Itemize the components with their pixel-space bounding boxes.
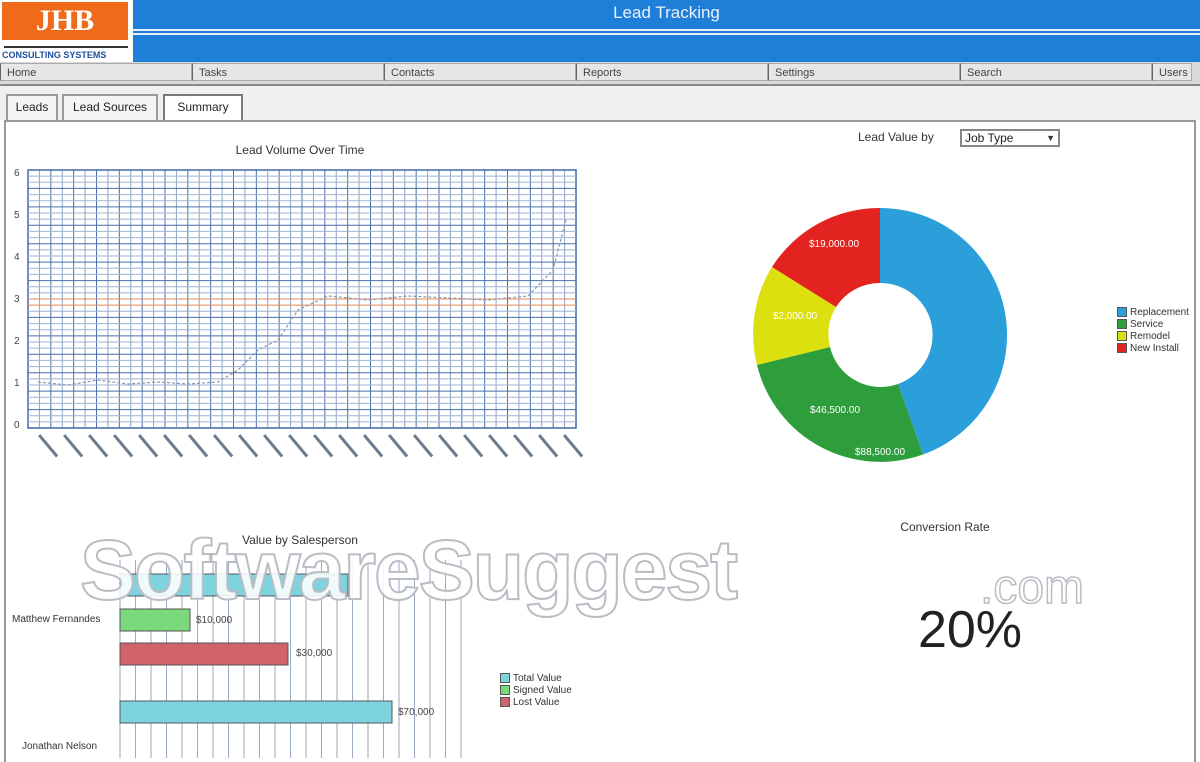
legend-item[interactable]: Remodel <box>1117 330 1189 342</box>
donut-slice-label: $88,500.00 <box>855 447 905 458</box>
tab-summary[interactable]: Summary <box>163 94 243 120</box>
bar <box>119 700 393 724</box>
bar-legend: Total Value Signed Value Lost Value <box>500 672 572 708</box>
x-tick-mark <box>88 434 109 458</box>
x-tick-mark <box>413 434 434 458</box>
nav-item[interactable]: Reports <box>576 63 768 81</box>
job-type-select[interactable]: Job Type ▼ <box>960 129 1060 147</box>
nav-item[interactable]: Tasks <box>192 63 384 81</box>
bar-value-label: $30,000 <box>296 648 333 659</box>
bar <box>119 642 289 666</box>
tab-lead-sources[interactable]: Lead Sources <box>62 94 158 120</box>
watermark: SoftwareSuggest <box>79 522 739 618</box>
nav-item[interactable]: Home <box>0 63 192 81</box>
nav-item[interactable]: Settings <box>768 63 960 81</box>
donut-slice-label: $19,000.00 <box>809 239 859 250</box>
x-tick-mark <box>563 434 584 458</box>
x-tick-mark <box>188 434 209 458</box>
bar-value-label: $70,000 <box>398 707 435 718</box>
nav-item[interactable]: Users <box>1152 63 1192 81</box>
title-bar: Lead Tracking <box>133 0 1200 62</box>
x-tick-mark <box>238 434 259 458</box>
legend-item[interactable]: Replacement <box>1117 306 1189 318</box>
app-title: Lead Tracking <box>613 3 720 22</box>
y-tick-label: 0 <box>14 420 20 431</box>
legend-item[interactable]: Lost Value <box>500 696 572 708</box>
y-tick-label: 4 <box>14 252 20 263</box>
main-nav: Home Tasks Contacts Reports Settings Sea… <box>0 62 1200 86</box>
y-tick-label: 5 <box>14 210 20 221</box>
legend-item[interactable]: Signed Value <box>500 684 572 696</box>
x-tick-mark <box>163 434 184 458</box>
y-tick-label: 1 <box>14 378 20 389</box>
logo: JHB CONSULTING SYSTEMS <box>0 0 132 62</box>
x-tick-mark <box>388 434 409 458</box>
nav-item[interactable]: Search <box>960 63 1152 81</box>
lead-volume-title: Lead Volume Over Time <box>235 143 365 157</box>
lead-value-label: Lead Value by <box>858 130 934 144</box>
legend-item[interactable]: Total Value <box>500 672 572 684</box>
logo-divider <box>4 46 128 48</box>
x-tick-mark <box>113 434 134 458</box>
x-tick-mark <box>63 434 84 458</box>
conversion-value: 20% <box>917 601 1023 659</box>
job-type-select-value: Job Type <box>965 131 1014 145</box>
logo-text: JHB <box>2 2 128 40</box>
legend-item[interactable]: New Install <box>1117 342 1189 354</box>
conversion-title: Conversion Rate <box>900 520 990 534</box>
x-tick-mark <box>213 434 234 458</box>
donut-slice-label: $46,500.00 <box>810 405 860 416</box>
legend-item[interactable]: Service <box>1117 318 1189 330</box>
tab-bar: Leads Lead Sources Summary <box>0 86 1200 120</box>
lead-volume-chart: 6 5 4 3 2 1 0 <box>14 168 584 458</box>
x-tick-mark <box>513 434 534 458</box>
logo-subtitle: CONSULTING SYSTEMS <box>2 50 107 60</box>
donut-legend: Replacement Service Remodel New Install <box>1117 306 1189 354</box>
x-tick-mark <box>288 434 309 458</box>
y-tick-label: 6 <box>14 168 20 179</box>
x-tick-mark <box>262 434 284 458</box>
x-tick-mark <box>438 434 459 458</box>
x-tick-mark <box>538 434 559 458</box>
y-tick-label: 3 <box>14 294 20 305</box>
x-tick-mark <box>363 434 384 458</box>
lead-value-donut: $88,500.00 $46,500.00 $2,000.00 $19,000.… <box>753 207 1008 462</box>
chevron-down-icon: ▼ <box>1046 133 1055 143</box>
donut-slice-label: $2,000.00 <box>773 311 818 322</box>
tab-leads[interactable]: Leads <box>6 94 58 120</box>
x-tick-mark <box>138 434 159 458</box>
y-tick-label: 2 <box>14 336 20 347</box>
x-tick-mark <box>488 434 509 458</box>
x-tick-mark <box>462 434 484 458</box>
x-tick-mark <box>38 434 59 458</box>
x-tick-mark <box>313 434 334 458</box>
x-tick-mark <box>338 434 359 458</box>
nav-item[interactable]: Contacts <box>384 63 576 81</box>
y-axis-label: Jonathan Nelson <box>22 741 98 752</box>
